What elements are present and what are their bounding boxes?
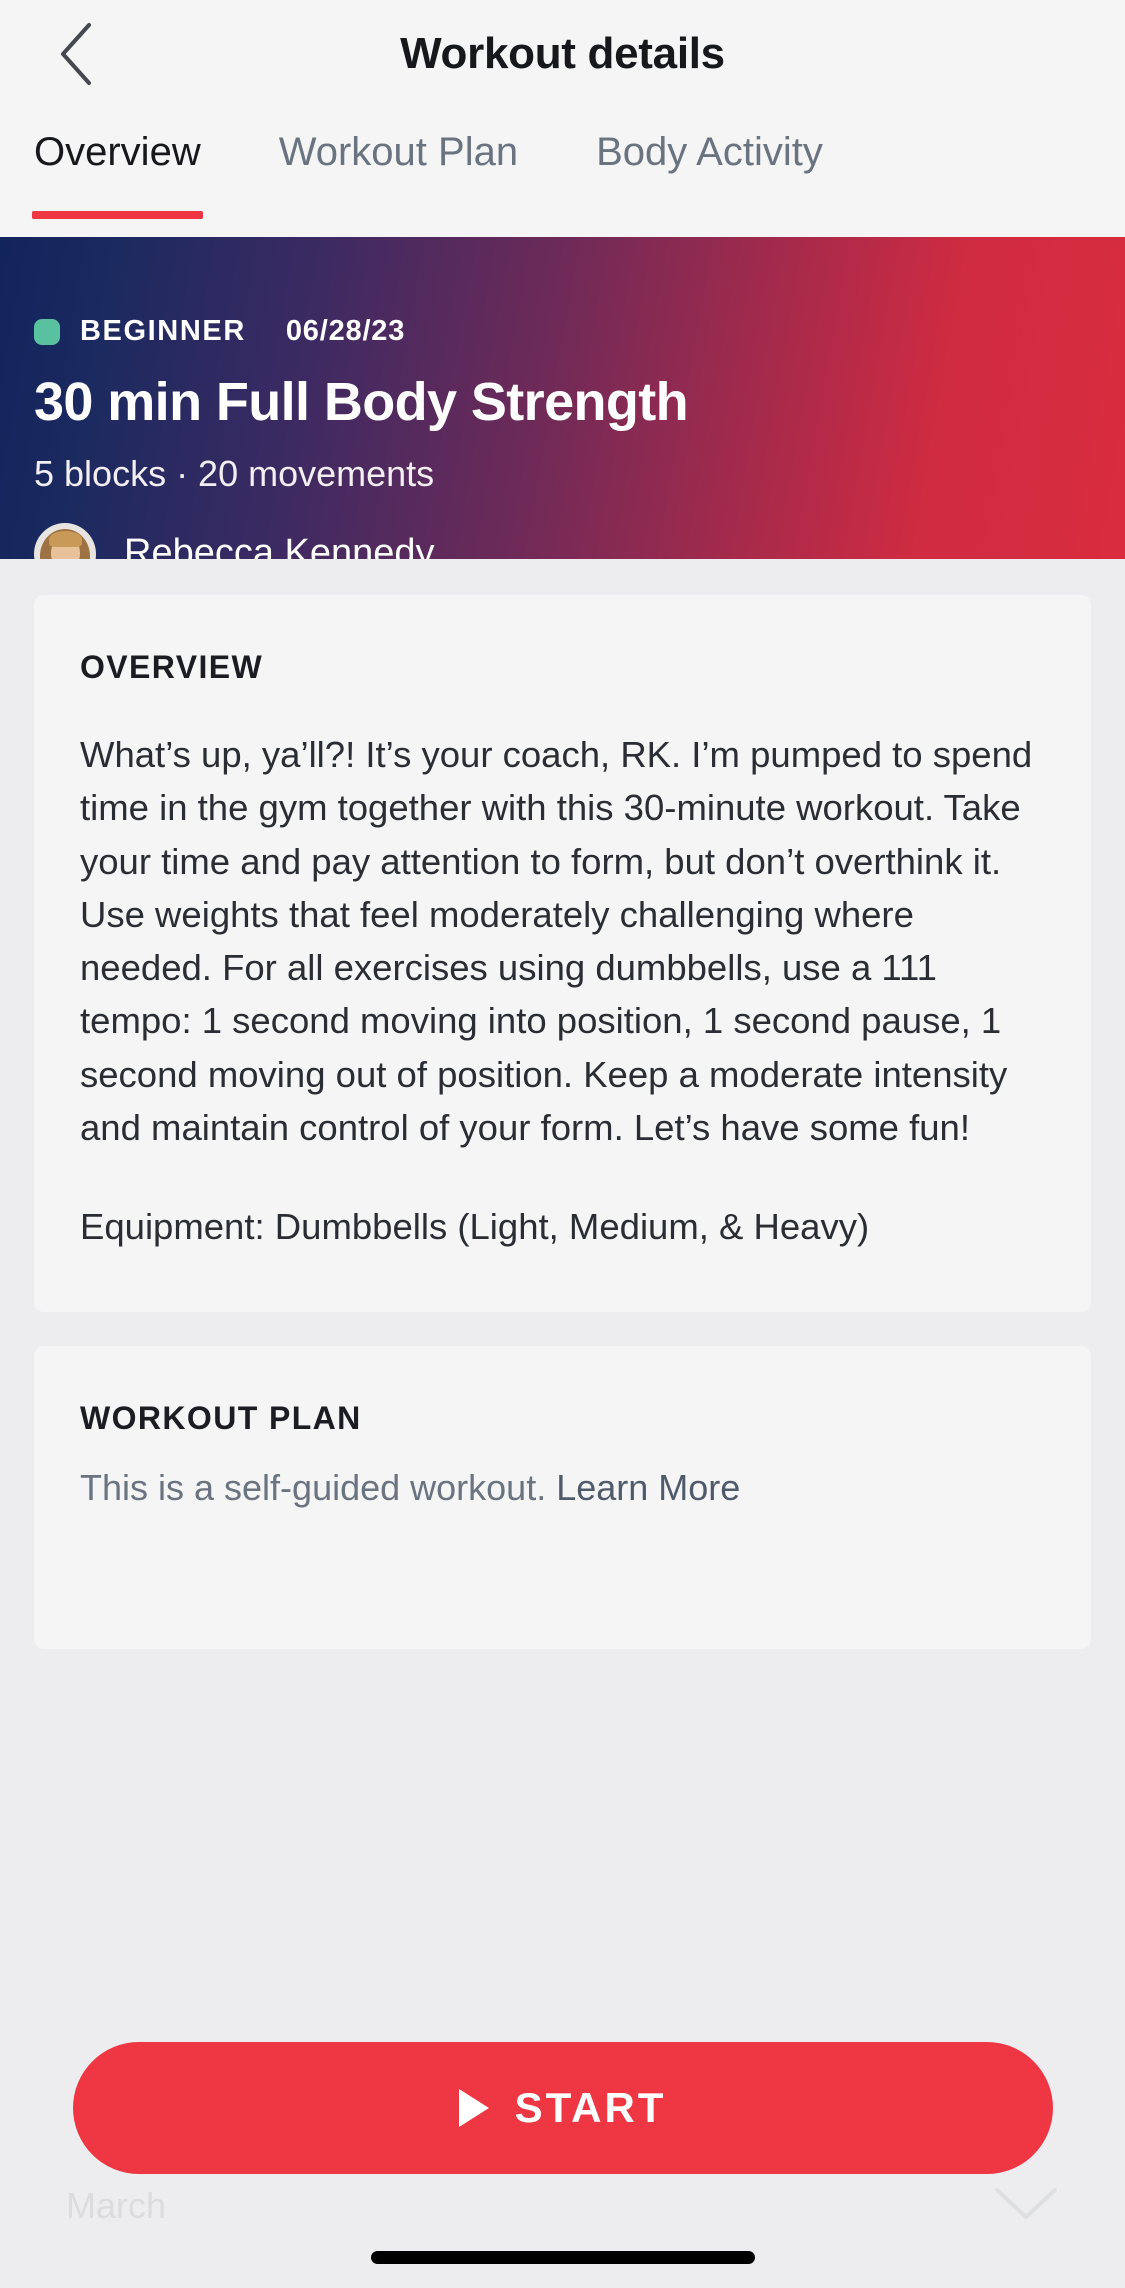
- start-button[interactable]: START: [72, 2042, 1053, 2174]
- tab-body-activity[interactable]: Body Activity: [596, 108, 823, 175]
- difficulty-dot-icon: [34, 318, 60, 345]
- chevron-left-icon: [56, 21, 96, 87]
- workout-date: 06/28/23: [285, 315, 406, 347]
- avatar: [34, 522, 96, 559]
- page-title: Workout details: [400, 29, 725, 78]
- navigation-bar: Workout details: [0, 0, 1125, 108]
- tab-overview-label: Overview: [34, 130, 201, 174]
- tab-active-indicator: [32, 211, 203, 219]
- workout-hero-banner: BEGINNER 06/28/23 30 min Full Body Stren…: [0, 237, 1125, 559]
- difficulty-label: BEGINNER: [80, 315, 246, 347]
- workout-plan-description-text: This is a self-guided workout.: [80, 1466, 557, 1508]
- workout-plan-card: WORKOUT PLAN This is a self-guided worko…: [34, 1345, 1091, 1649]
- home-indicator: [370, 2251, 755, 2264]
- tab-body-activity-label: Body Activity: [596, 130, 823, 174]
- hero-meta-row: BEGINNER 06/28/23: [34, 315, 1091, 348]
- learn-more-link[interactable]: Learn More: [556, 1467, 740, 1508]
- overview-card: OVERVIEW What’s up, ya’ll?! It’s your co…: [34, 595, 1091, 1312]
- overview-paragraph-1: What’s up, ya’ll?! It’s your coach, RK. …: [80, 734, 1033, 1148]
- workout-plan-card-heading: WORKOUT PLAN: [80, 1399, 362, 1436]
- overview-card-body: What’s up, ya’ll?! It’s your coach, RK. …: [80, 728, 1045, 1254]
- workout-plan-extra-line: [80, 1537, 1045, 1579]
- tab-workout-plan-label: Workout Plan: [278, 130, 519, 174]
- workout-title: 30 min Full Body Strength: [34, 372, 689, 432]
- play-icon: [458, 2089, 489, 2127]
- workout-structure-summary: 5 blocks · 20 movements: [34, 452, 435, 494]
- tab-overview[interactable]: Overview: [32, 108, 203, 219]
- start-button-label: START: [514, 2084, 667, 2131]
- workout-plan-description: This is a self-guided workout. Learn Mor…: [80, 1463, 1045, 1513]
- workout-details-screen: Workout details Overview Workout Plan Bo…: [0, 0, 1125, 2288]
- start-button-container: START: [0, 2042, 1125, 2174]
- chevron-down-icon[interactable]: [993, 2185, 1059, 2228]
- overview-paragraph-2: Equipment: Dumbbells (Light, Medium, & H…: [80, 1206, 870, 1248]
- month-label: March: [66, 2185, 167, 2226]
- content-area: OVERVIEW What’s up, ya’ll?! It’s your co…: [0, 559, 1125, 1649]
- instructor-name: Rebecca Kennedy: [124, 532, 435, 559]
- tab-bar: Overview Workout Plan Body Activity: [0, 108, 1125, 237]
- tab-workout-plan[interactable]: Workout Plan: [279, 108, 518, 175]
- overview-card-heading: OVERVIEW: [80, 649, 264, 685]
- instructor-row[interactable]: Rebecca Kennedy: [34, 522, 1091, 559]
- back-button[interactable]: [40, 18, 112, 90]
